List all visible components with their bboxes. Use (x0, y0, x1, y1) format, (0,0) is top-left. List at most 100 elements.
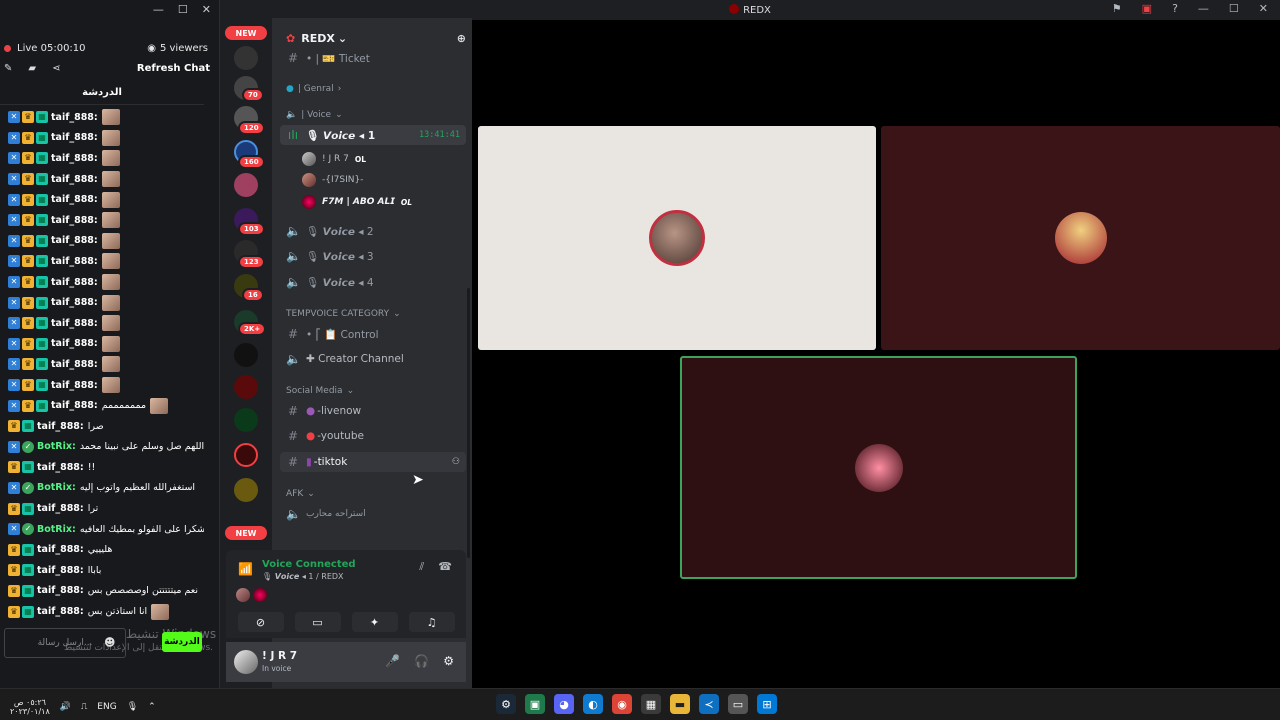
maximize-icon[interactable]: ☐ (178, 3, 188, 16)
category-voice[interactable]: 🔈 | Voice ⌄ (286, 110, 343, 120)
vscode-icon[interactable]: ≺ (699, 694, 719, 714)
kick-app-icon[interactable]: ▣ (525, 694, 545, 714)
discord-icon[interactable]: ◕ (554, 694, 574, 714)
channel-control[interactable]: # • ⎡ 📋 Control (280, 324, 466, 344)
channel-afk[interactable]: 🔈 استراحه محارب (280, 504, 466, 524)
chat-username[interactable]: taif_888: (37, 544, 84, 555)
chat-username[interactable]: taif_888: (37, 421, 84, 432)
server-icon[interactable] (234, 478, 258, 502)
help-icon[interactable]: ? (1172, 2, 1178, 15)
chat-username[interactable]: BotRix: (37, 441, 76, 452)
close-icon[interactable]: ✕ (202, 3, 211, 16)
new-badge-top[interactable]: NEW (225, 26, 267, 40)
server-icon[interactable] (234, 343, 258, 367)
chat-username[interactable]: taif_888: (51, 297, 98, 308)
screen-share-button[interactable]: ▭ (294, 612, 341, 632)
chat-username[interactable]: taif_888: (37, 565, 84, 576)
microphone-tray-icon[interactable]: 🎙 (127, 702, 138, 712)
add-member-icon[interactable]: ⊕ (457, 32, 466, 45)
minimize-window-icon[interactable]: — (1198, 2, 1209, 15)
chat-username[interactable]: taif_888: (51, 256, 98, 267)
chat-username[interactable]: taif_888: (51, 338, 98, 349)
screen-share-icon[interactable]: ▣ (1142, 2, 1152, 15)
window-app-icon[interactable]: ▭ (728, 694, 748, 714)
voice-user[interactable]: ! J R 7 OL (302, 150, 366, 168)
chat-username[interactable]: taif_888: (37, 585, 84, 596)
language-indicator[interactable]: ENG (97, 702, 116, 712)
close-window-icon[interactable]: ✕ (1259, 2, 1268, 15)
chat-username[interactable]: taif_888: (37, 606, 84, 617)
store-icon[interactable]: ▦ (641, 694, 661, 714)
chat-username[interactable]: taif_888: (51, 380, 98, 391)
edge-icon[interactable]: ◐ (583, 694, 603, 714)
pencil-icon[interactable]: ✎ (4, 63, 12, 74)
chat-username[interactable]: taif_888: (51, 235, 98, 246)
minimize-icon[interactable]: — (153, 3, 164, 16)
video-tile-user-1[interactable] (478, 126, 876, 350)
folder-icon[interactable]: ▰ (28, 63, 36, 74)
chat-username[interactable]: taif_888: (51, 277, 98, 288)
windows-start-icon[interactable]: ⊞ (757, 694, 777, 714)
chrome-icon[interactable]: ◉ (612, 694, 632, 714)
pin-icon[interactable]: ⚑ (1112, 2, 1122, 15)
channel-tiktok[interactable]: # ▮ -tiktok ⚇ (280, 452, 466, 472)
chat-username[interactable]: taif_888: (51, 174, 98, 185)
server-icon[interactable] (234, 173, 258, 197)
category-tempvoice[interactable]: TEMPVOICE CATEGORY ⌄ (286, 309, 401, 319)
server-icon[interactable] (234, 375, 258, 399)
soundboard-button[interactable]: ♫ (408, 612, 455, 632)
voice-channel-2[interactable]: 🔈 🎙 𝙑𝙤𝙞𝙘𝙚 ◂ 2 (280, 221, 466, 241)
server-icon[interactable] (234, 408, 258, 432)
server-icon[interactable] (234, 46, 258, 70)
chat-username[interactable]: taif_888: (51, 359, 98, 370)
channel-creator[interactable]: 🔈 ✚ Creator Channel (280, 349, 466, 369)
camera-off-button[interactable]: ⊘ (237, 612, 284, 632)
new-badge-bottom[interactable]: NEW (225, 526, 267, 540)
chat-username[interactable]: taif_888: (51, 400, 98, 411)
send-chat-button[interactable]: الدردشة (162, 632, 202, 652)
file-explorer-icon[interactable]: ▬ (670, 694, 690, 714)
channel-scrollbar[interactable] (467, 288, 470, 558)
share-icon[interactable]: ⋖ (52, 63, 60, 74)
steam-icon[interactable]: ⚙ (496, 694, 516, 714)
video-tile-user-2[interactable] (881, 126, 1280, 350)
voice-channel-1[interactable]: ıIı 🎙 𝙑𝙤𝙞𝙘𝙚 ◂ 1 13:41:41 (280, 125, 466, 145)
voice-user[interactable]: F7M | 𝘼𝘽𝙊 𝘼𝙇𝙄 OL (302, 193, 412, 211)
channel-livenow[interactable]: # ● -livenow (280, 401, 466, 421)
emoji-icon[interactable]: ☻ (104, 636, 115, 649)
category-social[interactable]: Social Media ⌄ (286, 386, 354, 396)
volume-icon[interactable]: 🔊 (60, 702, 71, 712)
server-header[interactable]: ✿ REDX ⌄ ⊕ (286, 28, 466, 48)
network-icon[interactable]: ⎍ (81, 702, 87, 712)
clock[interactable]: ٠٥:٢٦ ص ٢٠٢٣/٠١/١٨ (10, 698, 50, 716)
chat-username[interactable]: taif_888: (51, 153, 98, 164)
chevron-up-icon[interactable]: ⌃ (148, 702, 156, 712)
chat-message-list[interactable]: ✕ ♛ ▦ taif_888: ✕ ♛ ▦ taif_888: ✕ ♛ ▦ taif_888: ✕ ♛ ▦ t… (8, 107, 204, 622)
video-tile-user-3-speaking[interactable] (680, 356, 1077, 579)
chat-username[interactable]: taif_888: (51, 112, 98, 123)
user-name[interactable]: ! J R 7 (262, 650, 297, 662)
microphone-icon[interactable]: 🎤 (385, 654, 400, 668)
voice-connected-subtitle[interactable]: 🎙 𝙑𝙤𝙞𝙘𝙚 ◂ 1 / REDX (262, 572, 344, 581)
server-icon-redx[interactable] (234, 443, 258, 467)
add-member-icon[interactable]: ⚇ (452, 457, 460, 467)
voice-user[interactable]: -{I7SIN}- (302, 171, 363, 189)
disconnect-icon[interactable]: ☎ (438, 560, 452, 574)
avatar[interactable] (234, 650, 258, 674)
maximize-window-icon[interactable]: ☐ (1229, 2, 1239, 15)
chat-username[interactable]: BotRix: (37, 524, 76, 535)
voice-channel-3[interactable]: 🔈 🎙 𝙑𝙤𝙞𝙘𝙚 ◂ 3 (280, 246, 466, 266)
signal-icon[interactable]: 📶 (238, 562, 253, 576)
chat-username[interactable]: taif_888: (51, 318, 98, 329)
channel-ticket[interactable]: # • | 🎫 Ticket (280, 48, 466, 68)
category-afk[interactable]: AFK ⌄ (286, 489, 315, 499)
channel-youtube[interactable]: # ● -youtube (280, 426, 466, 446)
refresh-chat-button[interactable]: Refresh Chat (137, 63, 210, 74)
category-genral[interactable]: ● | Genral › (286, 84, 341, 94)
chat-username[interactable]: taif_888: (51, 132, 98, 143)
noise-suppression-icon[interactable]: ⫽ (419, 560, 424, 574)
activities-button[interactable]: ✦ (351, 612, 398, 632)
chat-username[interactable]: taif_888: (37, 503, 84, 514)
chat-username[interactable]: BotRix: (37, 482, 76, 493)
voice-channel-4[interactable]: 🔈 🎙 𝙑𝙤𝙞𝙘𝙚 ◂ 4 (280, 272, 466, 292)
